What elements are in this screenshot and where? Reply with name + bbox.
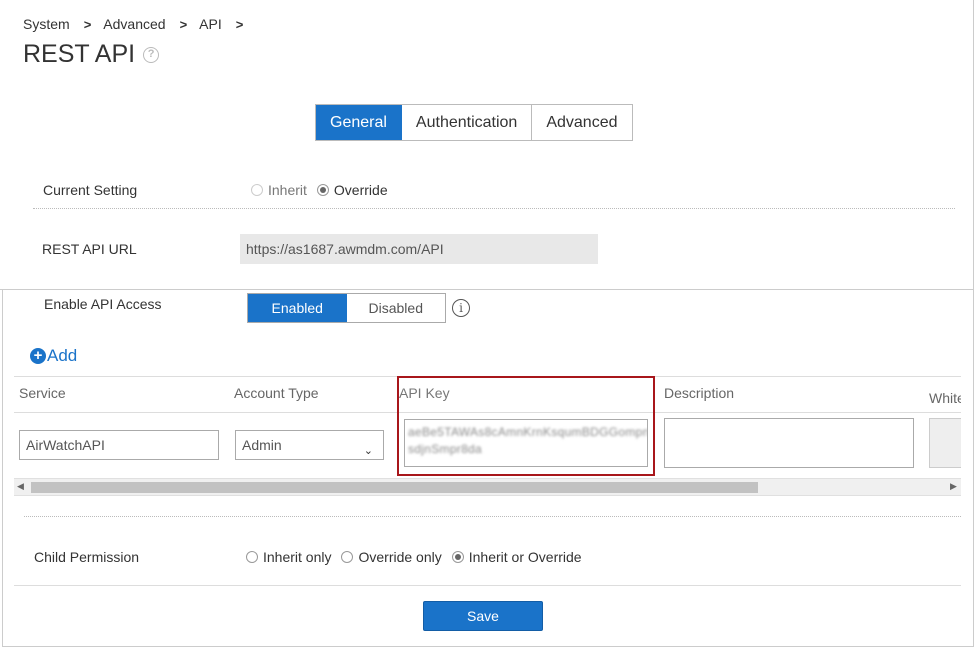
current-setting-radios: Inherit Override bbox=[251, 182, 398, 198]
column-white: White bbox=[929, 390, 961, 406]
tab-authentication[interactable]: Authentication bbox=[401, 105, 533, 140]
disabled-option[interactable]: Disabled bbox=[347, 294, 446, 322]
divider bbox=[14, 585, 961, 586]
divider bbox=[33, 208, 955, 209]
scroll-thumb[interactable] bbox=[31, 482, 758, 493]
info-icon[interactable]: i bbox=[452, 299, 470, 317]
tab-general[interactable]: General bbox=[316, 105, 402, 140]
breadcrumb-api[interactable]: API bbox=[199, 16, 222, 32]
override-only-radio[interactable] bbox=[341, 551, 354, 563]
scroll-right-icon[interactable]: ▶ bbox=[950, 481, 957, 492]
page: System > Advanced > API > REST API ? Gen… bbox=[0, 0, 977, 649]
divider bbox=[24, 516, 961, 517]
page-title: REST API ? bbox=[23, 40, 160, 69]
inherit-only-radio[interactable] bbox=[246, 551, 258, 563]
service-input[interactable]: AirWatchAPI bbox=[19, 430, 219, 460]
enable-api-access-label: Enable API Access bbox=[44, 296, 162, 312]
api-key-highlight bbox=[397, 376, 655, 476]
chevron-right-icon: > bbox=[179, 16, 188, 32]
account-type-value: Admin bbox=[242, 437, 282, 453]
inherit-radio-label: Inherit bbox=[268, 182, 307, 198]
add-label: Add bbox=[47, 346, 78, 365]
scroll-left-icon[interactable]: ◀ bbox=[17, 481, 24, 492]
account-type-select[interactable]: Admin ⌄ bbox=[235, 430, 384, 460]
inherit-radio[interactable] bbox=[251, 184, 263, 196]
override-radio-label: Override bbox=[333, 182, 388, 198]
inherit-only-label: Inherit only bbox=[263, 549, 332, 565]
breadcrumb-advanced[interactable]: Advanced bbox=[103, 16, 165, 32]
chevron-right-icon: > bbox=[83, 16, 92, 32]
breadcrumb-system[interactable]: System bbox=[23, 16, 70, 32]
inherit-or-override-radio[interactable] bbox=[451, 551, 464, 563]
column-service: Service bbox=[19, 385, 66, 401]
tab-advanced[interactable]: Advanced bbox=[532, 105, 632, 140]
override-radio[interactable] bbox=[316, 184, 329, 196]
save-button[interactable]: Save bbox=[423, 601, 543, 631]
description-input[interactable] bbox=[664, 418, 914, 468]
page-title-text: REST API bbox=[23, 40, 136, 68]
inherit-or-override-label: Inherit or Override bbox=[468, 549, 582, 565]
add-button[interactable]: + Add bbox=[30, 346, 77, 366]
rest-api-url-label: REST API URL bbox=[42, 241, 137, 257]
chevron-down-icon: ⌄ bbox=[363, 445, 373, 457]
plus-circle-icon: + bbox=[30, 348, 46, 364]
tab-bar: General Authentication Advanced bbox=[315, 104, 633, 141]
enable-api-access-toggle: Enabled Disabled bbox=[247, 293, 446, 323]
column-description: Description bbox=[664, 385, 735, 401]
override-only-label: Override only bbox=[358, 549, 442, 565]
chevron-right-icon: > bbox=[235, 16, 244, 32]
enabled-option[interactable]: Enabled bbox=[248, 294, 347, 322]
current-setting-label: Current Setting bbox=[43, 182, 138, 198]
breadcrumb: System > Advanced > API > bbox=[23, 16, 255, 32]
child-permission-label: Child Permission bbox=[34, 549, 140, 565]
whitelist-cell[interactable] bbox=[929, 418, 961, 468]
column-account-type: Account Type bbox=[234, 385, 319, 401]
child-permission-radios: Inherit only Override only Inherit or Ov… bbox=[246, 549, 592, 565]
help-icon[interactable]: ? bbox=[143, 46, 160, 63]
rest-api-url-field: https://as1687.awmdm.com/API bbox=[240, 234, 598, 264]
